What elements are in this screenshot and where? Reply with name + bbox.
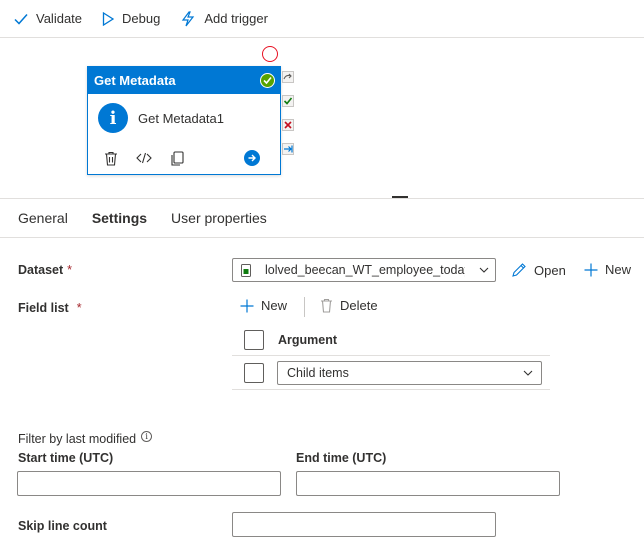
dataset-value: lolved_beecan_WT_employee_today [265,263,465,277]
new-field-label: New [261,298,288,313]
dataset-dropdown[interactable]: lolved_beecan_WT_employee_today [232,258,496,282]
new-field-button[interactable]: New [240,298,287,313]
tab-general[interactable]: General [18,198,68,238]
delete-label: Delete [340,298,378,313]
code-icon[interactable] [136,152,152,164]
chevron-down-icon [479,267,489,273]
success-status-icon [260,73,275,88]
new-dataset-label: New [605,262,632,277]
required-marker: * [67,263,73,277]
end-time-label: End time (UTC) [296,451,387,465]
activity-name: Get Metadata1 [138,110,224,126]
field-list-label: Field list * [18,301,82,315]
lightning-icon [182,10,195,26]
end-time-input[interactable] [296,471,560,496]
skip-handle-icon[interactable] [282,71,294,83]
skip-line-count-input[interactable] [232,512,496,537]
argument-value: Child items [287,366,349,380]
filter-label-text: Filter by last modified [18,432,137,446]
activity-type-title: Get Metadata [94,73,176,88]
required-marker: * [76,301,82,315]
new-dataset-button[interactable]: New [584,262,631,277]
properties-tabs: General Settings User properties [0,198,644,238]
pipeline-toolbar: Validate Debug Add trigger [0,0,644,38]
skip-line-count-label: Skip line count [18,519,107,533]
debug-label: Debug [122,11,161,26]
row-checkbox[interactable] [244,363,264,383]
field-list-label-text: Field list [18,301,69,315]
get-metadata-activity[interactable]: Get Metadata i Get Metadata1 [87,66,281,175]
arrow-right-icon[interactable] [244,150,260,166]
validate-label: Validate [36,11,83,26]
delete-field-button[interactable]: Delete [320,298,378,313]
select-all-checkbox[interactable] [244,329,264,350]
dataset-label: Dataset * [18,263,72,277]
add-trigger-label: Add trigger [204,11,268,26]
plus-icon [584,263,598,276]
failure-handle-icon[interactable] [282,119,294,131]
start-time-input[interactable] [17,471,281,496]
checkmark-icon [14,13,28,25]
error-indicator-icon[interactable] [262,46,278,62]
trash-icon[interactable] [104,151,118,166]
field-list-header: Argument [232,324,550,356]
completion-handle-icon[interactable] [282,143,294,155]
info-icon: i [98,103,128,133]
pipeline-canvas[interactable]: Get Metadata i Get Metadata1 [0,38,644,198]
validate-button[interactable]: Validate [14,0,82,38]
trash-icon [321,298,332,313]
success-handle-icon[interactable] [282,95,294,107]
tab-user-properties[interactable]: User properties [171,198,267,238]
chevron-down-icon [523,370,533,376]
filter-label: Filter by last modified i [18,431,153,446]
table-row: Child items [232,357,550,390]
copy-icon[interactable] [170,150,184,166]
tab-settings[interactable]: Settings [92,198,147,238]
activity-header: Get Metadata [88,67,280,94]
open-dataset-button[interactable]: Open [511,262,566,278]
toolbar-divider [304,297,305,317]
open-label: Open [534,262,566,278]
add-trigger-button[interactable]: Add trigger [180,0,268,38]
pencil-icon [512,263,526,277]
start-time-label: Start time (UTC) [18,451,114,465]
dataset-file-icon [241,263,251,277]
debug-button[interactable]: Debug [102,0,160,38]
info-icon[interactable]: i [141,431,153,442]
activity-output-handles [282,71,296,167]
plus-icon [240,299,254,312]
play-icon [102,11,115,26]
dataset-label-text: Dataset [18,263,64,277]
argument-dropdown[interactable]: Child items [277,361,542,385]
argument-column-header: Argument [278,332,338,347]
